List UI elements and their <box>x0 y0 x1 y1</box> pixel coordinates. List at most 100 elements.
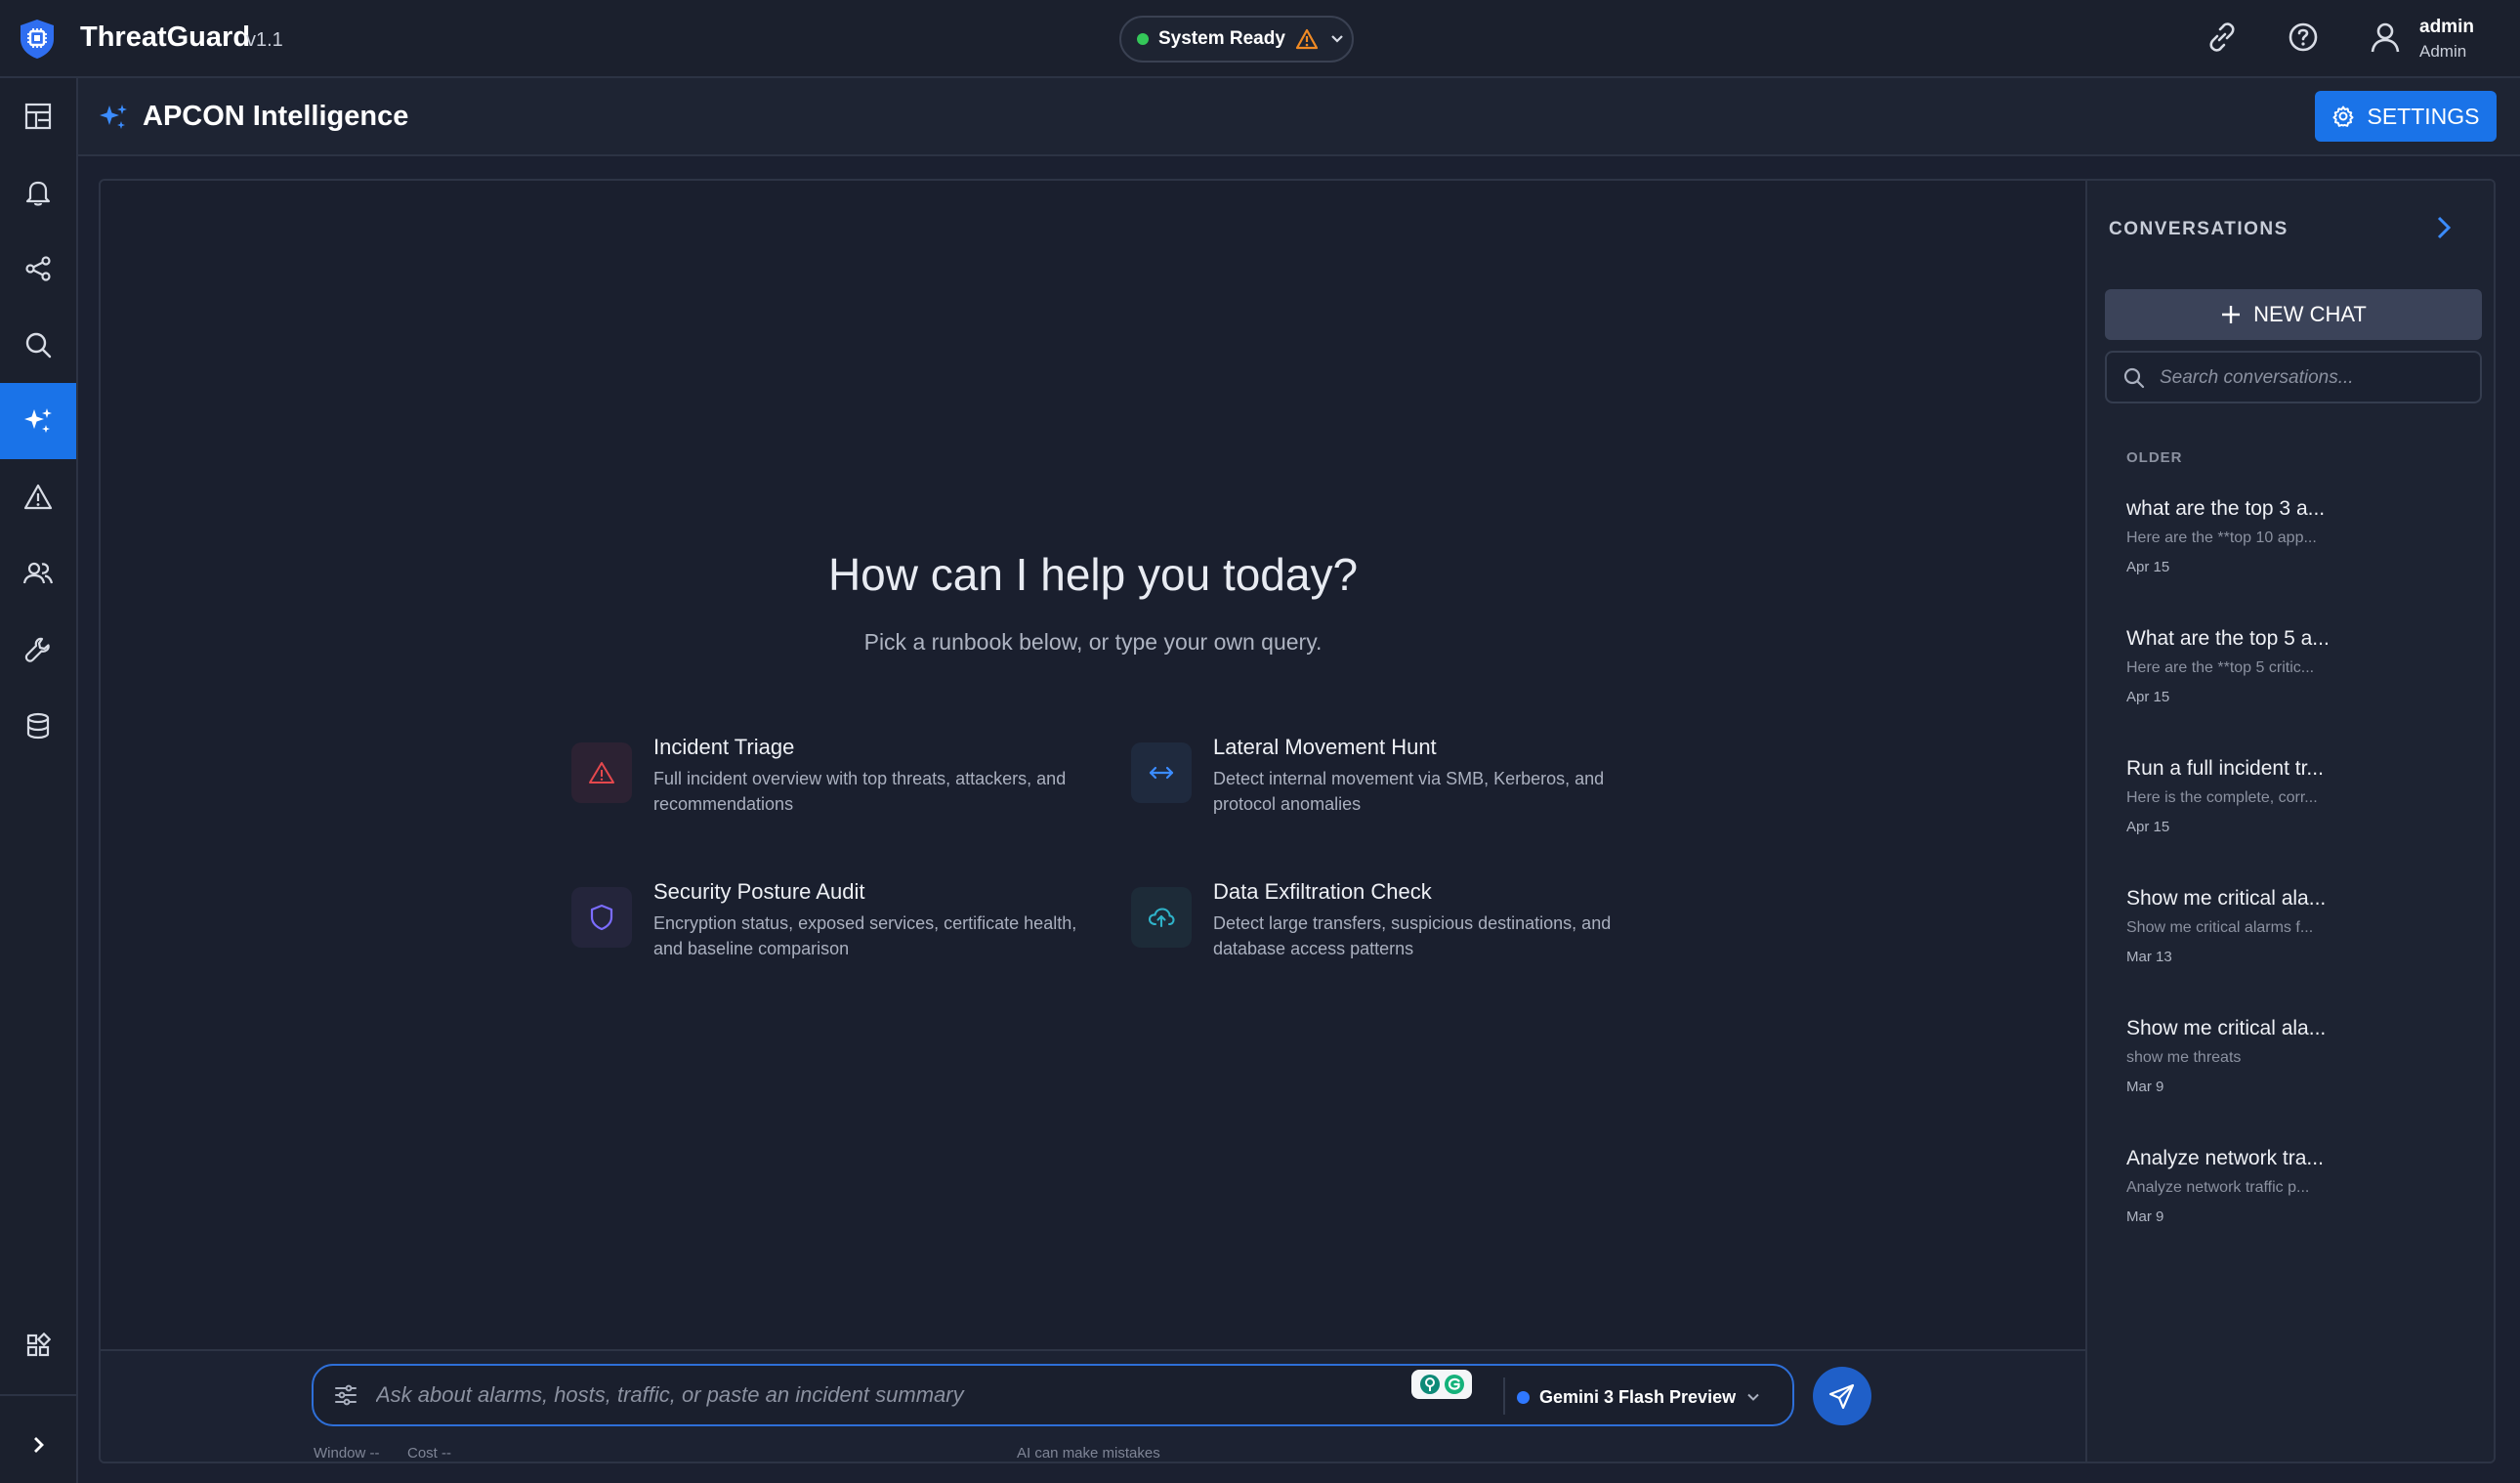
conversation-title: Show me critical ala... <box>2126 887 2327 910</box>
top-bar: ThreatGuard v1.1 System Ready admin Admi… <box>0 0 2520 78</box>
warning-icon <box>1295 28 1319 50</box>
settings-button[interactable]: SETTINGS <box>2315 91 2497 142</box>
shield-icon <box>571 887 632 948</box>
nav-dashboard[interactable] <box>0 78 76 154</box>
conversation-item[interactable]: Show me critical ala... show me threats … <box>2126 1017 2478 1124</box>
composer-bar: Gemini 3 Flash Preview Window -- Cost --… <box>101 1349 2085 1462</box>
sliders-icon[interactable] <box>333 1383 358 1407</box>
left-nav-rail <box>0 78 78 1483</box>
nav-database[interactable] <box>0 688 76 764</box>
search-icon <box>2122 366 2146 390</box>
system-status-dropdown[interactable]: System Ready <box>1119 16 1354 63</box>
runbook-data-exfiltration-check[interactable]: Data Exfiltration Check Detect large tra… <box>1131 879 1639 987</box>
composer-divider <box>1503 1377 1505 1415</box>
main-card: How can I help you today? Pick a runbook… <box>99 179 2496 1463</box>
conversations-panel: CONVERSATIONS NEW CHAT OLDER what are th… <box>2085 181 2494 1462</box>
conversation-search <box>2105 351 2482 403</box>
model-status-dot <box>1517 1390 1530 1404</box>
conversation-item[interactable]: What are the top 5 a... Here are the **t… <box>2126 627 2478 735</box>
cost-readout: Cost -- <box>407 1445 451 1462</box>
conversation-date: Mar 9 <box>2126 1208 2164 1225</box>
nav-apps[interactable] <box>0 1307 76 1383</box>
app-version: v1.1 <box>246 29 283 51</box>
share-nodes-icon <box>23 254 53 283</box>
nav-topology[interactable] <box>0 231 76 307</box>
new-chat-button[interactable]: NEW CHAT <box>2105 289 2482 340</box>
browser-extension-icon[interactable] <box>1411 1370 1472 1399</box>
conversation-preview: Analyze network traffic p... <box>2126 1179 2310 1196</box>
plus-icon <box>2220 304 2242 325</box>
runbook-lateral-movement-hunt[interactable]: Lateral Movement Hunt Detect internal mo… <box>1131 735 1639 842</box>
warning-triangle-icon <box>23 483 53 512</box>
conversation-item[interactable]: Show me critical ala... Show me critical… <box>2126 887 2478 995</box>
runbook-title: Security Posture Audit <box>653 879 865 904</box>
arrows-horizontal-icon <box>1131 742 1192 803</box>
conversation-date: Mar 9 <box>2126 1079 2164 1095</box>
runbook-security-posture-audit[interactable]: Security Posture Audit Encryption status… <box>571 879 1079 987</box>
nav-tools[interactable] <box>0 612 76 688</box>
nav-search[interactable] <box>0 307 76 383</box>
conversation-item[interactable]: Analyze network tra... Analyze network t… <box>2126 1147 2478 1254</box>
conversation-preview: show me threats <box>2126 1049 2242 1066</box>
collapse-panel-button[interactable] <box>2429 212 2457 243</box>
user-avatar-icon[interactable] <box>2368 20 2403 55</box>
warning-icon <box>571 742 632 803</box>
system-status-text: System Ready <box>1158 28 1285 49</box>
database-icon <box>23 711 53 741</box>
ai-disclaimer: AI can make mistakes <box>1017 1445 1160 1462</box>
help-icon[interactable] <box>2286 20 2321 55</box>
gear-icon <box>2331 105 2355 128</box>
conversation-item[interactable]: what are the top 3 a... Here are the **t… <box>2126 497 2478 605</box>
chat-composer: Gemini 3 Flash Preview <box>312 1364 1794 1426</box>
rail-divider <box>0 1394 76 1396</box>
sparkle-icon <box>22 405 54 437</box>
user-role: Admin <box>2419 42 2467 61</box>
runbook-description: Detect large transfers, suspicious desti… <box>1213 913 1612 958</box>
users-icon <box>22 559 54 588</box>
conversation-title: What are the top 5 a... <box>2126 627 2330 650</box>
cloud-upload-icon <box>1131 887 1192 948</box>
conversation-title: Show me critical ala... <box>2126 1017 2327 1039</box>
search-icon <box>23 330 53 360</box>
hero-subtitle: Pick a runbook below, or type your own q… <box>863 629 1323 655</box>
sparkle-icon <box>98 102 129 133</box>
app-name: ThreatGuard <box>80 21 251 53</box>
chevron-down-icon <box>1328 30 1346 48</box>
conversation-preview: Here is the complete, corr... <box>2126 789 2318 806</box>
search-conversations-input[interactable] <box>2160 364 2468 392</box>
runbook-incident-triage[interactable]: Incident Triage Full incident overview w… <box>571 735 1079 842</box>
send-button[interactable] <box>1813 1367 1871 1425</box>
nav-threats[interactable] <box>0 459 76 535</box>
expand-sidebar-button[interactable] <box>0 1407 76 1483</box>
bell-icon <box>23 178 53 207</box>
conversation-preview: Here are the **top 5 critic... <box>2126 659 2315 676</box>
runbook-description: Detect internal movement via SMB, Kerber… <box>1213 769 1605 814</box>
runbook-description: Full incident overview with top threats,… <box>653 769 1067 814</box>
nav-users[interactable] <box>0 535 76 612</box>
wrench-icon <box>23 635 53 664</box>
conversation-title: what are the top 3 a... <box>2126 497 2326 520</box>
status-ok-dot <box>1137 33 1149 45</box>
chat-input[interactable] <box>376 1377 1411 1413</box>
link-icon[interactable] <box>2205 20 2240 55</box>
conversation-title: Analyze network tra... <box>2126 1147 2324 1169</box>
user-name[interactable]: admin <box>2419 17 2474 38</box>
dashboard-icon <box>23 102 53 131</box>
conversation-preview: Here are the **top 10 app... <box>2126 530 2317 546</box>
runbook-description: Encryption status, exposed services, cer… <box>653 913 1077 958</box>
model-name: Gemini 3 Flash Preview <box>1539 1386 1737 1407</box>
conversation-preview: Show me critical alarms f... <box>2126 919 2314 936</box>
chevron-right-icon <box>26 1433 50 1457</box>
send-icon <box>1827 1381 1857 1411</box>
conversation-item[interactable]: Run a full incident tr... Here is the co… <box>2126 757 2478 865</box>
conversation-date: Mar 13 <box>2126 949 2172 965</box>
apps-grid-icon <box>25 1333 51 1358</box>
nav-alerts[interactable] <box>0 154 76 231</box>
settings-button-label: SETTINGS <box>2367 103 2480 129</box>
runbook-title: Lateral Movement Hunt <box>1213 735 1437 759</box>
model-selector[interactable]: Gemini 3 Flash Preview <box>1517 1379 1761 1415</box>
conversation-group-label: OLDER <box>2126 449 2183 466</box>
conversation-date: Apr 15 <box>2126 689 2170 705</box>
nav-ai-intelligence[interactable] <box>0 383 76 459</box>
new-chat-label: NEW CHAT <box>2253 302 2367 326</box>
